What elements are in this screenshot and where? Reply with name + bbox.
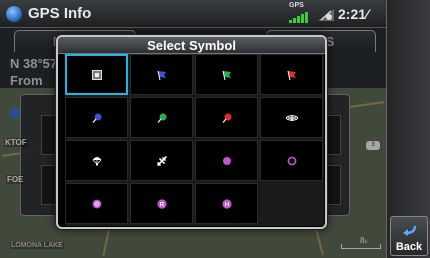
green-flag-icon [222,70,231,80]
restricted-icon: R [156,198,167,209]
symbol-cell-airplane[interactable] [130,140,193,181]
symbol-cell-green-flag[interactable] [195,54,258,95]
square-marker-icon [91,69,102,80]
symbol-cell-parachute[interactable] [65,140,128,181]
gps-app-screen: Po SS N 38°57 From KTOF FOE LOMONA LAKE … [0,0,430,258]
back-button-label: Back [395,241,423,253]
symbol-cell-magenta-dot[interactable] [195,140,258,181]
gps-label: GPS [289,2,304,9]
magenta-circle-icon [287,156,296,165]
symbol-cell-red-flag[interactable] [260,54,323,95]
vor-icon [92,199,101,208]
status-bar: GPS Info GPS 2:21⁄ [0,0,386,28]
symbol-cell-airport[interactable] [260,97,323,138]
green-pin-icon [157,113,166,123]
red-pin-icon [222,113,231,123]
symbol-cell-heliport[interactable]: H [195,183,258,224]
symbol-cell-red-pin[interactable] [195,97,258,138]
gps-signal-icon [289,11,311,23]
symbol-cell-square-marker[interactable] [65,54,128,95]
blue-flag-icon [157,70,166,80]
connection-icon [318,9,334,21]
dialog-title: Select Symbol [147,38,236,53]
symbol-cell-magenta-circle[interactable] [260,140,323,181]
magenta-dot-icon [222,156,231,165]
symbol-cell-blue-flag[interactable] [130,54,193,95]
clock: 2:21⁄ [338,6,369,22]
restricted-letter: R [159,201,164,208]
airport-icon [285,114,298,121]
heliport-letter: H [224,201,229,208]
back-arrow-icon [403,225,417,236]
red-flag-icon [287,70,296,80]
gps-info-app-icon [6,6,22,22]
symbol-cell-vor[interactable] [65,183,128,224]
back-button[interactable]: Back [390,216,428,256]
symbol-cell-restricted[interactable]: R [130,183,193,224]
symbol-grid: R H [65,54,324,226]
blue-pin-icon [92,113,101,123]
dialog-header: Select Symbol [58,37,325,54]
parachute-icon [92,156,101,165]
symbol-cell-green-pin[interactable] [130,97,193,138]
heliport-icon: H [221,198,232,209]
app-title: GPS Info [28,5,92,22]
symbol-cell-blue-pin[interactable] [65,97,128,138]
select-symbol-dialog: Select Symbol R H [56,35,327,229]
airplane-icon [156,155,167,166]
